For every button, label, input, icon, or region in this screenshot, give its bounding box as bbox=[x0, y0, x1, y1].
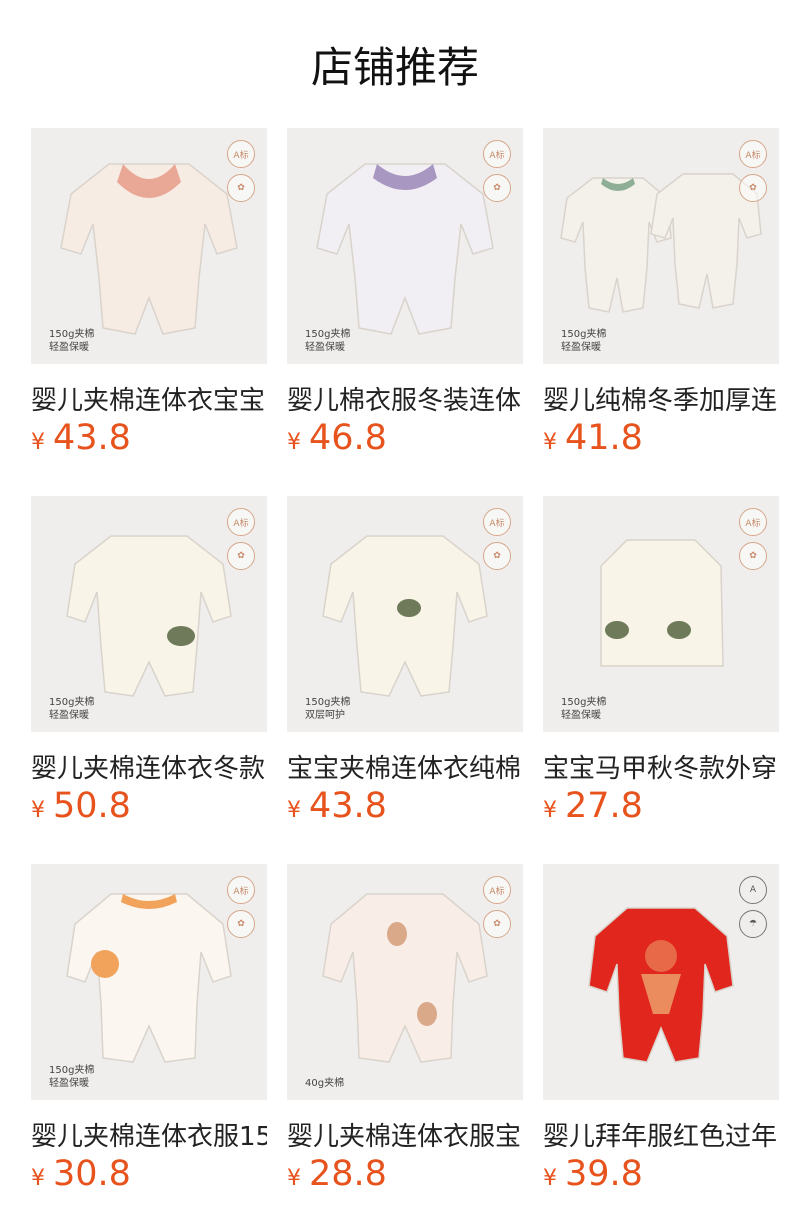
product-image[interactable]: A标 ✿ 150g夹棉 轻盈保暖 bbox=[543, 496, 779, 732]
a-grade-badge-icon: A标 bbox=[483, 876, 511, 904]
product-image[interactable]: A ☂ bbox=[543, 864, 779, 1100]
image-caption: 150g夹棉 轻盈保暖 bbox=[305, 329, 351, 353]
product-card[interactable]: A标 ✿ 150g夹棉 轻盈保暖 婴儿夹棉连体衣宝宝 ¥43.8 bbox=[31, 128, 267, 458]
cotton-badge-icon: ✿ bbox=[739, 174, 767, 202]
product-price: ¥28.8 bbox=[287, 1154, 387, 1194]
product-card[interactable]: A标 ✿ 150g夹棉 轻盈保暖 婴儿棉衣服冬装连体 ¥46.8 bbox=[287, 128, 523, 458]
a-grade-badge-icon: A bbox=[739, 876, 767, 904]
a-grade-badge-icon: A标 bbox=[483, 140, 511, 168]
image-caption: 40g夹棉 bbox=[305, 1078, 345, 1089]
currency-symbol: ¥ bbox=[543, 798, 557, 823]
product-name[interactable]: 婴儿纯棉冬季加厚连 bbox=[543, 380, 779, 417]
product-price: ¥27.8 bbox=[543, 786, 643, 826]
product-name[interactable]: 婴儿夹棉连体衣宝宝 bbox=[31, 380, 267, 417]
currency-symbol: ¥ bbox=[287, 430, 301, 455]
product-image[interactable]: A标 ✿ 150g夹棉 轻盈保暖 bbox=[31, 864, 267, 1100]
image-caption: 150g夹棉 轻盈保暖 bbox=[561, 329, 607, 353]
image-caption: 150g夹棉 轻盈保暖 bbox=[49, 329, 95, 353]
a-grade-badge-icon: A标 bbox=[227, 876, 255, 904]
product-name[interactable]: 婴儿拜年服红色过年 bbox=[543, 1116, 779, 1153]
cotton-badge-icon: ✿ bbox=[483, 910, 511, 938]
product-price: ¥43.8 bbox=[31, 418, 131, 458]
product-image[interactable]: A标 ✿ 150g夹棉 轻盈保暖 bbox=[543, 128, 779, 364]
product-name[interactable]: 宝宝马甲秋冬款外穿 bbox=[543, 748, 779, 785]
a-grade-badge-icon: A标 bbox=[739, 140, 767, 168]
currency-symbol: ¥ bbox=[31, 430, 45, 455]
product-image[interactable]: A标 ✿ 40g夹棉 bbox=[287, 864, 523, 1100]
product-image[interactable]: A标 ✿ 150g夹棉 双层呵护 bbox=[287, 496, 523, 732]
cotton-badge-icon: ✿ bbox=[483, 542, 511, 570]
product-price: ¥46.8 bbox=[287, 418, 387, 458]
product-image[interactable]: A标 ✿ 150g夹棉 轻盈保暖 bbox=[31, 128, 267, 364]
currency-symbol: ¥ bbox=[287, 798, 301, 823]
product-name[interactable]: 婴儿棉衣服冬装连体 bbox=[287, 380, 523, 417]
currency-symbol: ¥ bbox=[31, 1166, 45, 1191]
currency-symbol: ¥ bbox=[543, 430, 557, 455]
a-grade-badge-icon: A标 bbox=[739, 508, 767, 536]
product-name[interactable]: 婴儿夹棉连体衣冬款 bbox=[31, 748, 267, 785]
a-grade-badge-icon: A标 bbox=[227, 140, 255, 168]
product-image[interactable]: A标 ✿ 150g夹棉 轻盈保暖 bbox=[287, 128, 523, 364]
product-price: ¥43.8 bbox=[287, 786, 387, 826]
currency-symbol: ¥ bbox=[543, 1166, 557, 1191]
product-price: ¥30.8 bbox=[31, 1154, 131, 1194]
product-card[interactable]: A标 ✿ 150g夹棉 双层呵护 宝宝夹棉连体衣纯棉 ¥43.8 bbox=[287, 496, 523, 826]
product-name[interactable]: 宝宝夹棉连体衣纯棉 bbox=[287, 748, 523, 785]
image-caption: 150g夹棉 轻盈保暖 bbox=[49, 1065, 95, 1089]
currency-symbol: ¥ bbox=[31, 798, 45, 823]
image-caption: 150g夹棉 双层呵护 bbox=[305, 697, 351, 721]
cotton-badge-icon: ✿ bbox=[227, 542, 255, 570]
product-card[interactable]: A标 ✿ 40g夹棉 婴儿夹棉连体衣服宝 ¥28.8 bbox=[287, 864, 523, 1194]
currency-symbol: ¥ bbox=[287, 1166, 301, 1191]
product-price: ¥50.8 bbox=[31, 786, 131, 826]
cotton-badge-icon: ☂ bbox=[739, 910, 767, 938]
product-image[interactable]: A标 ✿ 150g夹棉 轻盈保暖 bbox=[31, 496, 267, 732]
product-name[interactable]: 婴儿夹棉连体衣服15 bbox=[31, 1116, 267, 1153]
section-title: 店铺推荐 bbox=[310, 43, 479, 92]
image-caption: 150g夹棉 轻盈保暖 bbox=[49, 697, 95, 721]
product-card[interactable]: A标 ✿ 150g夹棉 轻盈保暖 婴儿夹棉连体衣冬款 ¥50.8 bbox=[31, 496, 267, 826]
product-card[interactable]: A标 ✿ 150g夹棉 轻盈保暖 婴儿纯棉冬季加厚连 ¥41.8 bbox=[543, 128, 779, 458]
cotton-badge-icon: ✿ bbox=[227, 910, 255, 938]
product-card[interactable]: A标 ✿ 150g夹棉 轻盈保暖 宝宝马甲秋冬款外穿 ¥27.8 bbox=[543, 496, 779, 826]
product-card[interactable]: A ☂ 婴儿拜年服红色过年 ¥39.8 bbox=[543, 864, 779, 1194]
a-grade-badge-icon: A标 bbox=[483, 508, 511, 536]
cotton-badge-icon: ✿ bbox=[227, 174, 255, 202]
product-name[interactable]: 婴儿夹棉连体衣服宝 bbox=[287, 1116, 523, 1153]
image-caption: 150g夹棉 轻盈保暖 bbox=[561, 697, 607, 721]
cotton-badge-icon: ✿ bbox=[739, 542, 767, 570]
product-card[interactable]: A标 ✿ 150g夹棉 轻盈保暖 婴儿夹棉连体衣服15 ¥30.8 bbox=[31, 864, 267, 1194]
a-grade-badge-icon: A标 bbox=[227, 508, 255, 536]
cotton-badge-icon: ✿ bbox=[483, 174, 511, 202]
product-price: ¥41.8 bbox=[543, 418, 643, 458]
product-price: ¥39.8 bbox=[543, 1154, 643, 1194]
